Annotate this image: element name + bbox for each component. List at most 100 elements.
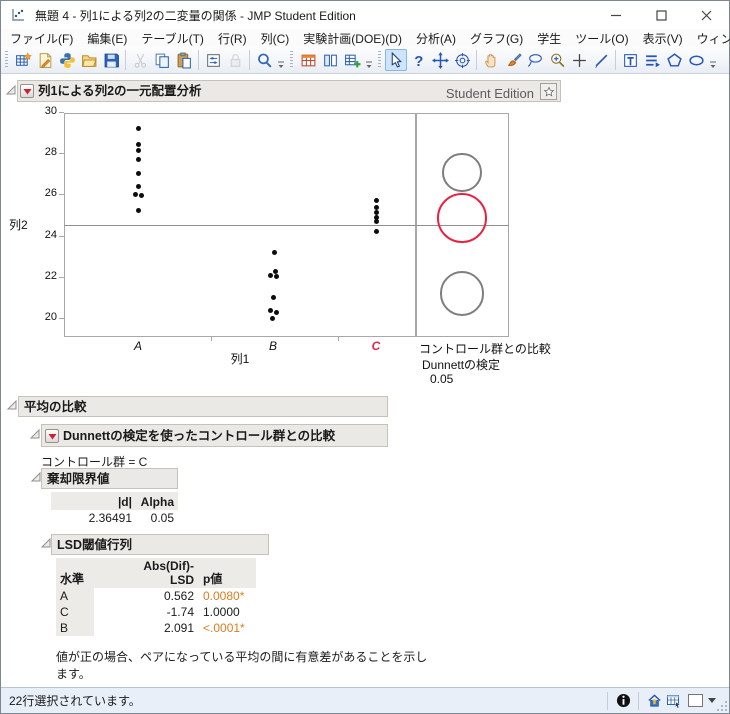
x-tick-mark (338, 337, 339, 341)
data-point-A[interactable] (136, 157, 141, 162)
menu-file[interactable]: ファイル(F) (3, 29, 80, 48)
comparison-circle-B[interactable] (440, 271, 484, 315)
menu-doe[interactable]: 実験計画(DOE)(D) (296, 29, 409, 48)
toolbar-grip[interactable] (378, 51, 381, 69)
menu-cols[interactable]: 列(C) (254, 29, 297, 48)
data-point-A[interactable] (139, 193, 144, 198)
y-tick-mark (59, 112, 64, 113)
hand-tool-icon[interactable] (480, 49, 502, 71)
toolbar-overflow-icon[interactable] (365, 50, 374, 70)
brush-tool-icon[interactable] (502, 49, 524, 71)
add-rows-icon[interactable] (341, 49, 363, 71)
disclosure-triangle[interactable] (30, 472, 41, 483)
data-point-C[interactable] (374, 198, 379, 203)
menu-window[interactable]: ウィンドウ(W) (690, 29, 730, 48)
python-script-icon[interactable] (56, 49, 78, 71)
toolbar-grip[interactable] (290, 51, 293, 69)
data-point-A[interactable] (136, 208, 141, 213)
data-table-view-icon[interactable] (297, 49, 319, 71)
disclosure-triangle[interactable] (29, 429, 40, 440)
status-bar: 22行選択されています。 (1, 687, 729, 713)
data-point-A[interactable] (136, 148, 141, 153)
data-point-B[interactable] (270, 316, 275, 321)
y-tick-label: 24 (31, 229, 57, 241)
menu-analyze[interactable]: 分析(A) (409, 29, 463, 48)
crosshair-tool-icon[interactable] (568, 49, 590, 71)
col-header-level: 水準 (56, 558, 94, 588)
comparison-circle-C[interactable] (437, 193, 487, 243)
oval-tool-icon[interactable] (685, 49, 707, 71)
data-point-B[interactable] (268, 308, 273, 313)
data-point-A[interactable] (136, 171, 141, 176)
red-triangle-menu-button[interactable] (20, 84, 34, 98)
menu-view[interactable]: 表示(V) (636, 29, 690, 48)
menu-tools[interactable]: ツール(O) (568, 29, 635, 48)
disclosure-triangle[interactable] (6, 400, 17, 411)
disclosure-triangle[interactable] (40, 538, 51, 549)
bullseye-tool-icon[interactable] (451, 49, 473, 71)
toolbar-overflow-icon[interactable] (277, 50, 286, 70)
x-axis-title: 列1 (64, 350, 416, 367)
data-point-B[interactable] (271, 295, 276, 300)
y-tick-mark (59, 318, 64, 319)
report-header-band: 列1による列2の一元配置分析 Student Edition (17, 80, 561, 102)
data-point-C[interactable] (374, 219, 379, 224)
menu-edit[interactable]: 編集(E) (80, 29, 134, 48)
polygon-tool-icon[interactable] (663, 49, 685, 71)
data-point-B[interactable] (274, 310, 279, 315)
data-point-A[interactable] (136, 126, 141, 131)
col-header-d: |d| (51, 492, 136, 510)
move-tool-icon[interactable] (429, 49, 451, 71)
col-header-alpha: Alpha (136, 492, 178, 510)
copy-icon[interactable] (151, 49, 173, 71)
search-icon[interactable] (253, 49, 275, 71)
data-point-A[interactable] (136, 184, 141, 189)
text-annotation-tool-icon[interactable] (619, 49, 641, 71)
edition-badge-label: Student Edition (446, 84, 534, 103)
open-file-icon[interactable] (78, 49, 100, 71)
info-icon[interactable] (614, 692, 632, 710)
close-button[interactable] (684, 1, 729, 29)
menu-tables[interactable]: テーブル(T) (134, 29, 211, 48)
arrow-tool-icon[interactable] (385, 49, 407, 71)
help-tool-icon[interactable]: ? (407, 49, 429, 71)
zoom-tool-icon[interactable] (546, 49, 568, 71)
preferences-icon[interactable] (202, 49, 224, 71)
toolbar-separator (198, 50, 199, 70)
y-tick-mark (59, 153, 64, 154)
columns-icon[interactable] (319, 49, 341, 71)
report-area: 列1による列2の一元配置分析 Student Edition 列2 302826… (1, 74, 729, 689)
resize-grip[interactable] (716, 700, 728, 712)
dunnett-title: Dunnettの検定を使ったコントロール群との比較 (63, 427, 335, 446)
menu-student[interactable]: 学生 (530, 29, 568, 48)
data-point-B[interactable] (272, 250, 277, 255)
data-table-icon[interactable] (665, 692, 683, 710)
data-point-C[interactable] (374, 229, 379, 234)
abs-lsd-cell: 2.091 (94, 620, 198, 636)
menu-graph[interactable]: グラフ(G) (463, 29, 530, 48)
menu-rows[interactable]: 行(R) (211, 29, 254, 48)
home-window-icon[interactable] (645, 692, 663, 710)
data-point-A[interactable] (133, 192, 138, 197)
line-tool-icon[interactable] (590, 49, 612, 71)
disclosure-triangle[interactable] (5, 85, 16, 96)
paste-icon[interactable] (173, 49, 195, 71)
lsd-footnote: 値が正の場合、ペアになっている平均の間に有意差があることを示します。 (56, 649, 434, 683)
comparison-circle-A[interactable] (442, 153, 481, 192)
arrow-lines-tool-icon[interactable] (641, 49, 663, 71)
new-journal-icon[interactable] (34, 49, 56, 71)
star-badge-button[interactable] (540, 83, 557, 100)
data-point-B[interactable] (268, 273, 273, 278)
minimize-button[interactable] (594, 1, 639, 29)
d-value: 2.36491 (51, 510, 136, 526)
maximize-button[interactable] (639, 1, 684, 29)
save-icon[interactable] (100, 49, 122, 71)
data-point-B[interactable] (274, 274, 279, 279)
lasso-tool-icon[interactable] (524, 49, 546, 71)
color-swatch[interactable] (688, 694, 703, 707)
toolbar-overflow-icon[interactable] (709, 50, 718, 70)
new-data-table-icon[interactable] (12, 49, 34, 71)
red-triangle-menu-button[interactable] (45, 429, 59, 443)
means-comparison-band: 平均の比較 (18, 396, 388, 417)
toolbar-grip[interactable] (5, 51, 8, 69)
